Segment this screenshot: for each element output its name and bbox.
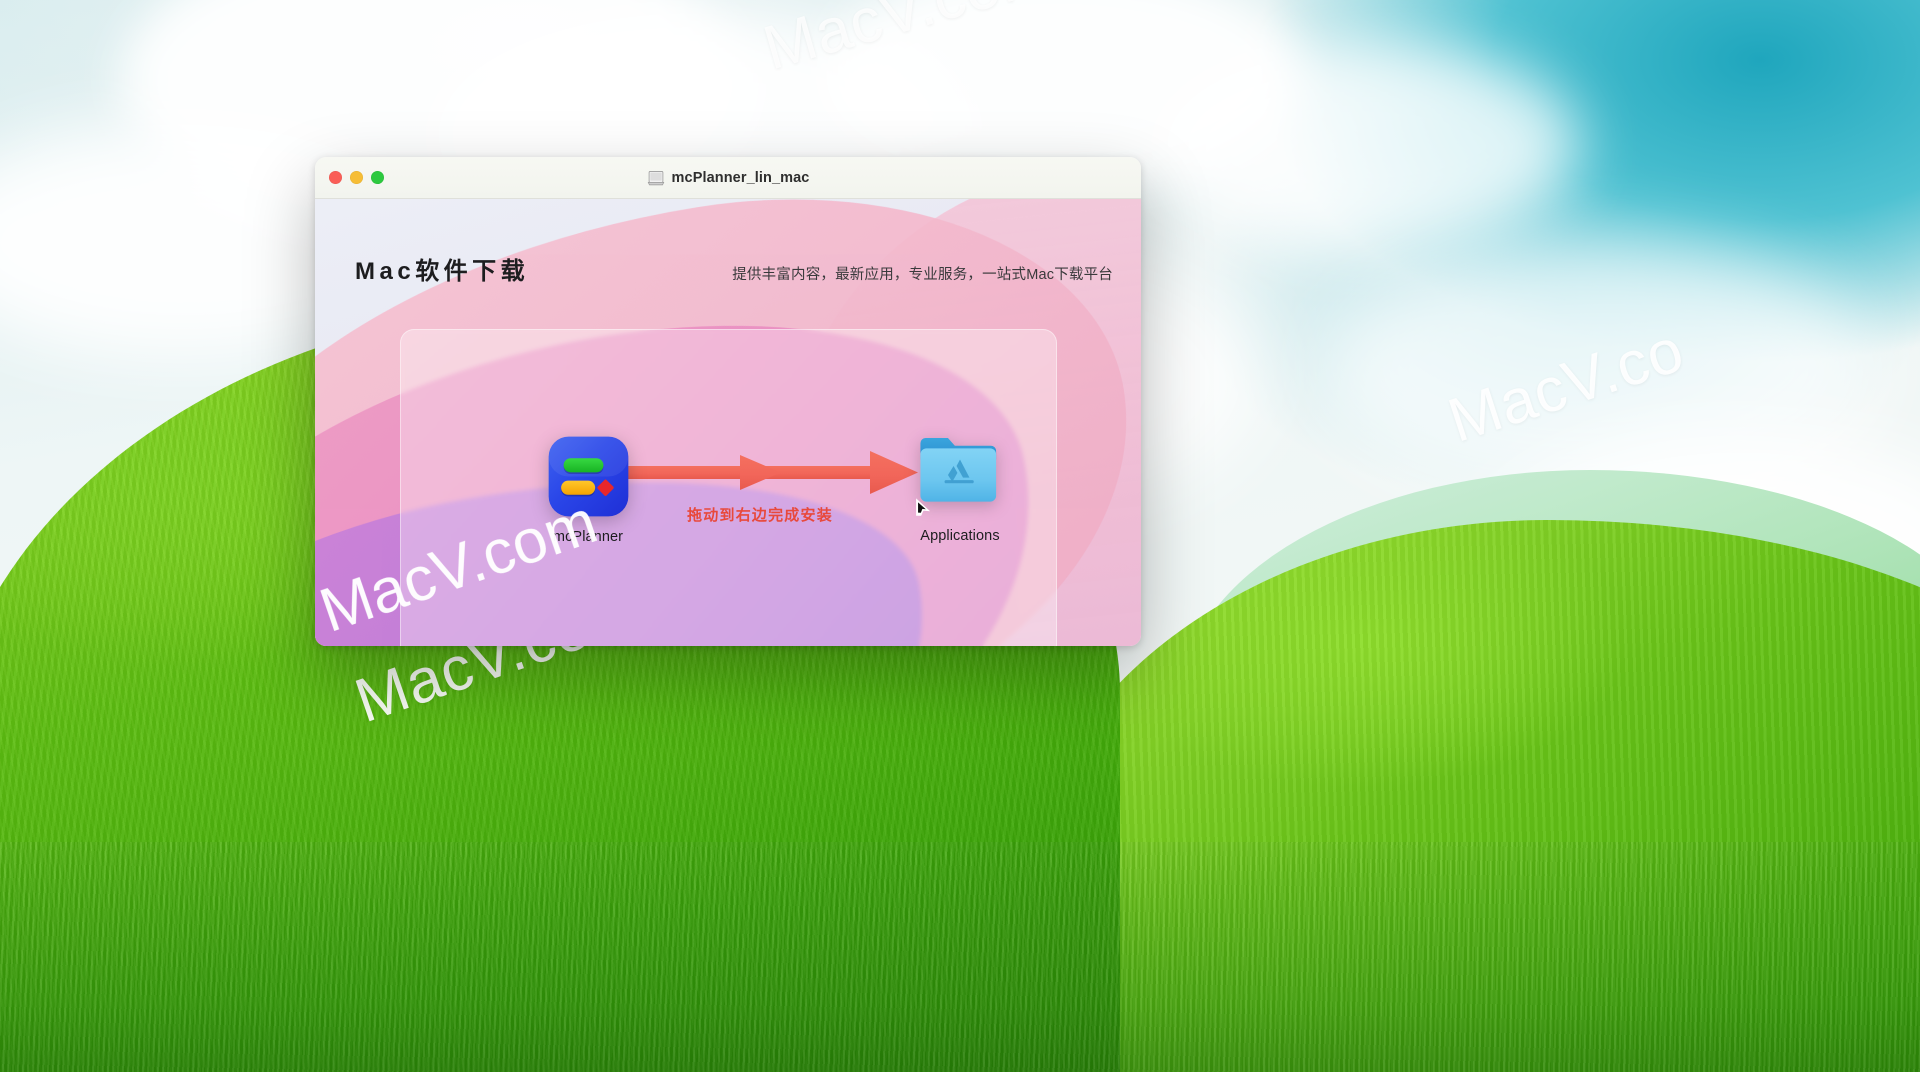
alias-arrow-icon [916,498,931,516]
drag-instruction-text: 拖动到右边完成安装 [687,507,833,524]
applications-folder-item[interactable]: Applications [890,431,1030,544]
traffic-light-group [329,171,384,184]
header-row: Mac软件下载 提供丰富内容，最新应用，专业服务，一站式Mac下载平台 [315,251,1141,286]
maximize-icon[interactable] [371,171,384,184]
desktop: MacV.com MacV.co MacV.com mcPlanner_lin_… [0,0,1920,1072]
wallpaper-grass-foreground [0,842,1920,1072]
minimize-icon[interactable] [350,171,363,184]
source-app-label: mcPlanner [552,529,624,545]
disk-drive-icon [647,170,664,185]
close-icon[interactable] [329,171,342,184]
brand-title: Mac软件下载 [355,258,530,285]
cloud-shape [1150,40,1580,250]
window-title-group: mcPlanner_lin_mac [315,170,1141,186]
window-title: mcPlanner_lin_mac [671,169,810,186]
brand-tagline: 提供丰富内容，最新应用，专业服务，一站式Mac下载平台 [732,267,1113,283]
window-titlebar[interactable]: mcPlanner_lin_mac [315,157,1141,199]
applications-folder-label: Applications [920,528,1000,544]
folder-icon-wrapper [916,431,1003,517]
dmg-installer-window[interactable]: mcPlanner_lin_mac Mac软件下载 提供丰富内容，最新应用，专业… [315,157,1141,646]
source-app-item[interactable]: mcPlanner [523,435,653,545]
window-body: Mac软件下载 提供丰富内容，最新应用，专业服务，一站式Mac下载平台 mcPl… [315,199,1141,646]
